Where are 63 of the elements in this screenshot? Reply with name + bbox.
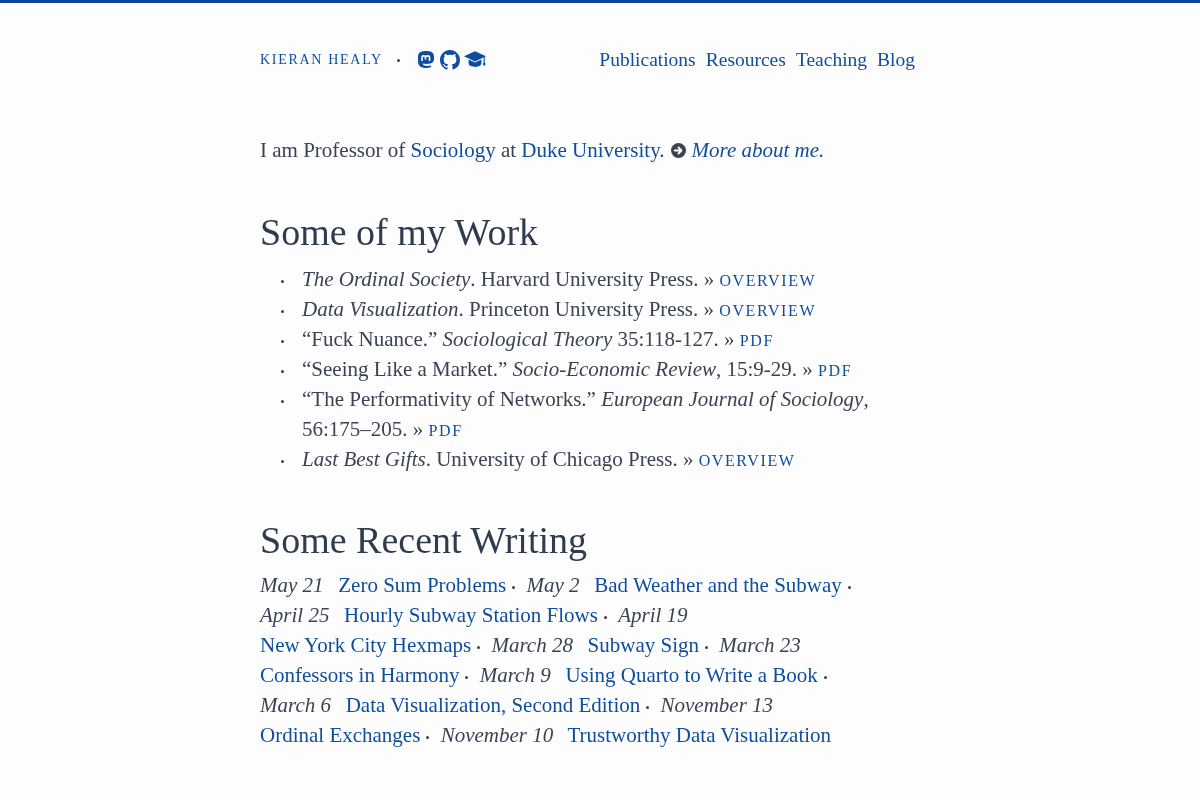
bullet-icon	[280, 460, 284, 463]
arrow-circle-icon	[670, 143, 686, 158]
separator-icon	[512, 585, 516, 589]
post-date: November 13	[660, 693, 774, 717]
publication-link[interactable]: PDF	[428, 422, 463, 439]
post-date: March 9	[479, 663, 551, 687]
more-about-link[interactable]: More about me.	[691, 138, 825, 162]
intro-link[interactable]: Sociology	[410, 138, 496, 162]
separator-icon	[705, 645, 708, 649]
publication-entry: The Ordinal Society. Harvard University Press. » OVERVIEW	[302, 266, 817, 293]
nav-link[interactable]: Teaching	[795, 49, 868, 71]
post-link[interactable]: Hourly Subway Station Flows	[344, 603, 598, 627]
intro-link[interactable]: Duke University	[521, 138, 660, 162]
bullet-icon	[280, 340, 284, 343]
publication-link[interactable]: OVERVIEW	[698, 452, 796, 469]
publication-entry: “Fuck Nuance.” Sociological Theory 35:118-127. » PDF	[302, 326, 774, 353]
post-date: March 23	[719, 633, 801, 657]
post-link[interactable]: Zero Sum Problems	[338, 573, 507, 597]
section-heading: Some Recent Writing	[260, 518, 589, 562]
separator-icon	[823, 675, 827, 679]
separator-icon	[646, 705, 650, 709]
publication-link[interactable]: OVERVIEW	[719, 272, 817, 289]
section-heading: Some of my Work	[260, 210, 540, 254]
separator-icon	[465, 675, 469, 679]
separator-icon	[603, 615, 607, 619]
post-date: April 19	[618, 603, 688, 627]
publication-link[interactable]: OVERVIEW	[719, 302, 817, 319]
post-date: March 28	[491, 633, 573, 657]
separator-icon	[477, 645, 481, 649]
separator-icon	[396, 58, 400, 62]
post-link[interactable]: Ordinal Exchanges	[260, 723, 421, 747]
post-link[interactable]: New York City Hexmaps	[260, 633, 472, 657]
post-link[interactable]: Confessors in Harmony	[260, 663, 460, 687]
post-date: May 21	[260, 573, 324, 597]
post-link[interactable]: Using Quarto to Write a Book	[565, 663, 818, 687]
publication-entry: “The Performativity of Networks.” European Journal of Sociology, 56:175–205. » PDF	[302, 386, 870, 443]
publication-entry: Last Best Gifts. University of Chicago Press. » OVERVIEW	[302, 446, 796, 473]
github-icon[interactable]	[439, 50, 460, 70]
separator-icon	[426, 735, 430, 739]
post-link[interactable]: Bad Weather and the Subway	[594, 573, 842, 597]
post-link[interactable]: Data Visualization, Second Edition	[345, 693, 641, 717]
nav-link[interactable]: Blog	[877, 49, 915, 71]
site-name[interactable]: KIERAN HEALY	[260, 52, 383, 68]
post-date: May 2	[526, 573, 580, 597]
post-date: April 25	[260, 603, 330, 627]
bullet-icon	[280, 400, 284, 403]
publication-entry: Data Visualization. Princeton University Press. » OVERVIEW	[302, 296, 817, 323]
graduation-cap-icon[interactable]	[463, 51, 486, 69]
post-date: March 6	[260, 693, 331, 717]
post-link[interactable]: Trustworthy Data Visualization	[567, 723, 832, 747]
mastodon-icon[interactable]	[415, 50, 436, 70]
bullet-icon	[280, 280, 284, 283]
nav-link[interactable]: Resources	[705, 49, 786, 71]
bullet-icon	[280, 370, 284, 373]
publication-link[interactable]: PDF	[818, 362, 853, 379]
bullet-icon	[280, 310, 284, 313]
post-link[interactable]: Subway Sign	[587, 633, 699, 657]
post-date: November 10	[440, 723, 554, 747]
publication-link[interactable]: PDF	[739, 332, 774, 349]
nav-link[interactable]: Publications	[599, 49, 696, 71]
separator-icon	[847, 585, 851, 589]
intro-text: I am Professor of Sociology at Duke University. More about me.	[260, 137, 826, 164]
publication-entry: “Seeing Like a Market.” Socio-Economic Review, 15:9-29. » PDF	[302, 356, 853, 383]
